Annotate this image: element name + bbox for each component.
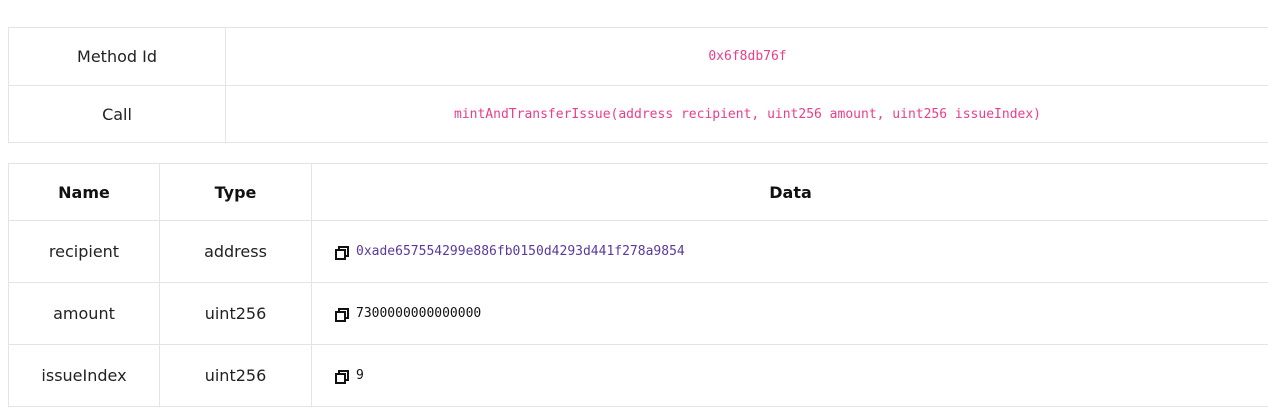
table-row: issueIndex uint256 9 <box>8 344 1268 407</box>
param-name: amount <box>8 282 160 345</box>
method-id-label: Method Id <box>8 27 226 86</box>
copy-icon[interactable] <box>334 369 350 385</box>
method-table: Method Id 0x6f8db76f Call mintAndTransfe… <box>8 27 1268 143</box>
decoded-input-panel: Method Id 0x6f8db76f Call mintAndTransfe… <box>0 0 1268 418</box>
copy-icon[interactable] <box>334 245 350 261</box>
method-id-value: 0x6f8db76f <box>225 27 1268 86</box>
param-type: uint256 <box>159 282 312 345</box>
param-name: recipient <box>8 220 160 283</box>
call-signature: mintAndTransferIssue(address recipient, … <box>225 85 1268 143</box>
data-cell: 7300000000000000 <box>334 305 1268 323</box>
call-label: Call <box>8 85 226 143</box>
header-data: Data <box>311 163 1268 221</box>
param-value: 9 <box>356 368 364 383</box>
param-data: 7300000000000000 <box>311 282 1268 345</box>
param-type: uint256 <box>159 344 312 407</box>
table-row: amount uint256 7300000000000000 <box>8 282 1268 345</box>
recipient-address-link[interactable]: 0xade657554299e886fb0150d4293d441f278a98… <box>356 244 685 259</box>
param-value: 7300000000000000 <box>356 306 482 321</box>
params-table: Name Type Data recipient address 0xade65… <box>8 163 1268 407</box>
param-data: 0xade657554299e886fb0150d4293d441f278a98… <box>311 220 1268 283</box>
data-cell: 9 <box>334 367 1268 385</box>
param-data: 9 <box>311 344 1268 407</box>
copy-icon[interactable] <box>334 307 350 323</box>
param-name: issueIndex <box>8 344 160 407</box>
call-row: Call mintAndTransferIssue(address recipi… <box>8 85 1268 143</box>
header-type: Type <box>159 163 312 221</box>
data-cell: 0xade657554299e886fb0150d4293d441f278a98… <box>334 243 1268 261</box>
param-type: address <box>159 220 312 283</box>
table-row: recipient address 0xade657554299e886fb01… <box>8 220 1268 283</box>
header-name: Name <box>8 163 160 221</box>
method-id-row: Method Id 0x6f8db76f <box>8 27 1268 86</box>
params-header-row: Name Type Data <box>8 163 1268 221</box>
